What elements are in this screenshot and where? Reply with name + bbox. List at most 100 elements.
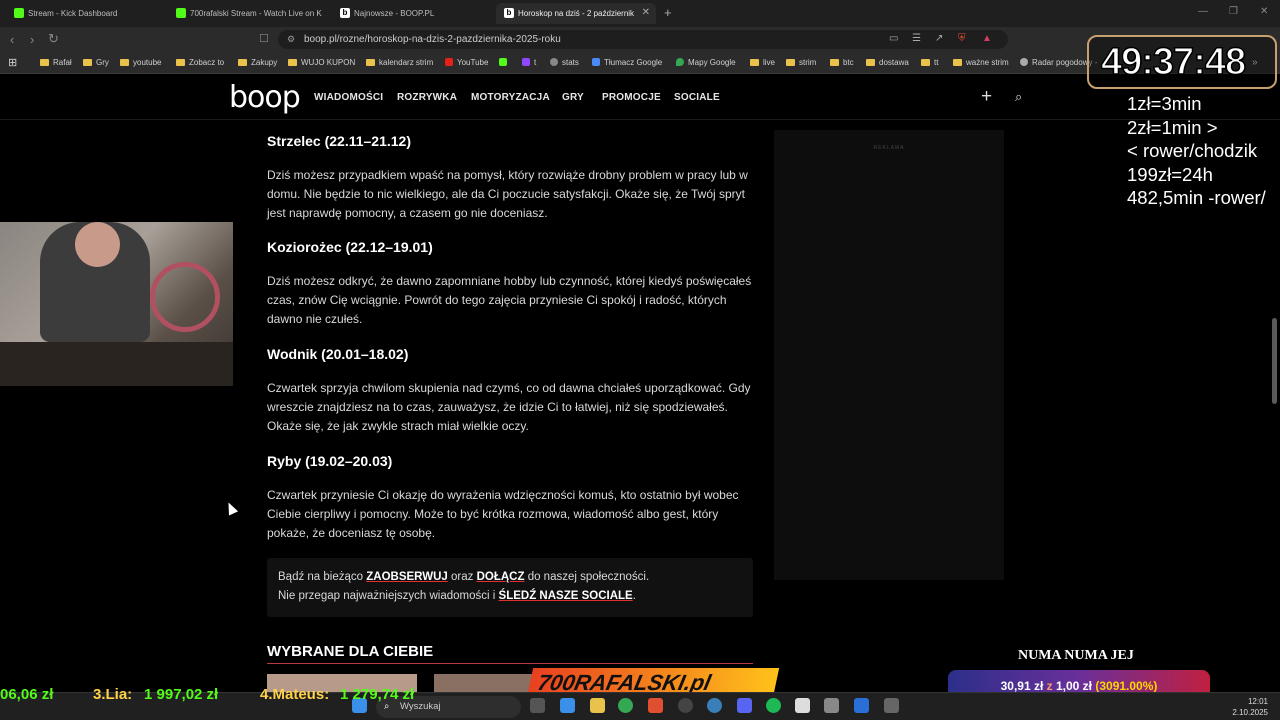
bookmark-wazne-strim[interactable]: ważne strim [953,58,1009,67]
tab-najnowsze-boop[interactable]: b Najnowsze - BOOP.PL [332,3,490,24]
bookmark-radar-pogodowy[interactable]: Radar pogodowy - [1020,58,1097,67]
boop-icon: b [504,8,514,18]
screen-icon[interactable]: ▭ [889,33,898,44]
bookmark-zakupy[interactable]: Zakupy [238,58,277,67]
reader-icon[interactable]: ☰ [912,33,921,44]
folder-icon [176,59,185,66]
tab-horoskop[interactable]: b Horoskop na dziś - 2 październik ✕ [496,3,656,24]
bookmark-wujo-kupon[interactable]: WUJO KUPON [288,58,355,67]
bookmark-tlumacz-google[interactable]: Tłumacz Google [592,58,662,67]
url-field[interactable]: ⚙ boop.pl/rozne/horoskop-na-dzis-2-pazdz… [278,30,1008,49]
app-icon[interactable] [884,698,899,713]
kick-icon [499,58,507,66]
dolacz-link[interactable]: DOŁĄCZ [477,571,525,583]
bookmark-mapy-google[interactable]: Mapy Google [676,58,736,67]
minimize-icon[interactable]: — [1198,6,1208,17]
sledz-sociale-link[interactable]: ŚLEDŹ NASZE SOCIALE [499,590,633,602]
folder-icon [288,59,297,66]
page-scrollbar[interactable] [1272,318,1277,404]
translate-icon [592,58,600,66]
mouse-cursor [223,500,239,516]
webcam-head [75,222,120,267]
bookmark-zobacz-to[interactable]: Zobacz to [176,58,224,67]
bookmark-kalendarz-strim[interactable]: kalendarz strim [366,58,433,67]
folder-icon [953,59,962,66]
tab-700rafalski-stream[interactable]: 700rafalski Stream - Watch Live on K [168,3,326,24]
url-text: boop.pl/rozne/horoskop-na-dzis-2-pazdzie… [304,34,561,45]
bookmark-gry[interactable]: Gry [83,58,109,67]
spotify-icon[interactable] [766,698,781,713]
top-donor-ticker: 4.Mateus: [260,686,330,703]
subathon-timer: 49:37:48 [1087,35,1277,89]
new-tab-icon[interactable]: + [664,5,672,20]
sign-text: Dziś możesz przypadkiem wpaść na pomysł,… [267,168,748,220]
file-explorer-icon[interactable] [590,698,605,713]
widgets-icon[interactable] [560,698,575,713]
bookmark-page-icon[interactable]: ☐ [259,32,269,45]
sign-text: Czwartek przyniesie Ci okazję do wyrażen… [267,488,739,540]
task-view-icon[interactable] [530,698,545,713]
bookmark-youtube-folder[interactable]: youtube [120,58,161,67]
bookmark-youtube[interactable]: YouTube [445,58,488,67]
apps-grid-icon[interactable]: ⊞ [8,56,17,69]
close-window-icon[interactable]: ✕ [1260,6,1268,17]
site-info-icon[interactable]: ⚙ [287,30,295,49]
folder-icon [921,59,930,66]
bookmark-strim[interactable]: strim [786,58,816,67]
bookmark-rafal[interactable]: Rafał [40,58,72,67]
maximize-icon[interactable]: ❐ [1229,6,1238,17]
maps-icon [676,58,684,66]
system-clock[interactable]: 12:01 2.10.2025 [1228,696,1268,718]
nav-wiadomosci[interactable]: WIADOMOŚCI [314,92,383,103]
bookmark-live[interactable]: live [750,58,775,67]
ad-label: REKLAMA [873,145,905,151]
close-tab-icon[interactable]: ✕ [642,7,650,18]
app-icon[interactable] [795,698,810,713]
rewards-icon[interactable]: ▲ [982,33,992,44]
nav-motoryzacja[interactable]: MOTORYZACJA [471,92,550,103]
ad-slot[interactable]: REKLAMA [774,130,1004,580]
webcam-desk [0,342,233,386]
follow-line-2: Nie przegap najważniejszych wiadomości i… [278,590,636,602]
sign-heading: Koziorożec (22.12–19.01) [267,239,433,255]
share-icon[interactable]: ↗ [935,33,943,44]
folder-icon [866,59,875,66]
folder-icon [786,59,795,66]
app-icon[interactable] [707,698,722,713]
nav-gry[interactable]: GRY [562,92,584,103]
sign-text: Dziś możesz odkryć, że dawno zapomniane … [267,274,752,326]
folder-icon [830,59,839,66]
folder-icon [238,59,247,66]
top-donor-ticker: 06,06 zł [0,686,54,703]
webcam-overlay [0,222,233,386]
bookmark-btc[interactable]: btc [830,58,854,67]
site-logo[interactable]: boop [229,80,301,115]
obs-icon[interactable] [678,698,693,713]
nav-sociale[interactable]: SOCIALE [674,92,720,103]
discord-icon[interactable] [737,698,752,713]
back-icon[interactable]: ‹ [10,32,14,47]
chrome-icon[interactable] [618,698,633,713]
reload-icon[interactable]: ↻ [48,31,59,47]
nav-rozrywka[interactable]: ROZRYWKA [397,92,457,103]
bookmark-tt[interactable]: tt [921,58,938,67]
calculator-icon[interactable] [824,698,839,713]
tab-label: Horoskop na dziś - 2 październik [518,9,635,18]
bookmark-stats[interactable]: stats [550,58,579,67]
brave-shield-icon[interactable]: ⛨ [958,33,966,44]
bookmark-dostawa[interactable]: dostawa [866,58,909,67]
kick-icon [176,8,186,18]
brave-icon[interactable] [648,698,663,713]
bookmark-t[interactable]: t [522,58,536,67]
kick-bookmark-icon[interactable] [499,58,511,67]
folder-icon [83,59,92,66]
youtube-icon [445,58,453,66]
plus-icon[interactable]: + [981,86,992,108]
tab-kick-dashboard[interactable]: Stream - Kick Dashboard [6,3,164,24]
zaobserwuj-link[interactable]: ZAOBSERWUJ [366,571,448,583]
search-icon[interactable]: ⌕ [1015,89,1022,105]
forward-icon[interactable]: › [30,32,34,47]
folder-icon [750,59,759,66]
app-icon[interactable] [854,698,869,713]
nav-promocje[interactable]: PROMOCJE [602,92,661,103]
